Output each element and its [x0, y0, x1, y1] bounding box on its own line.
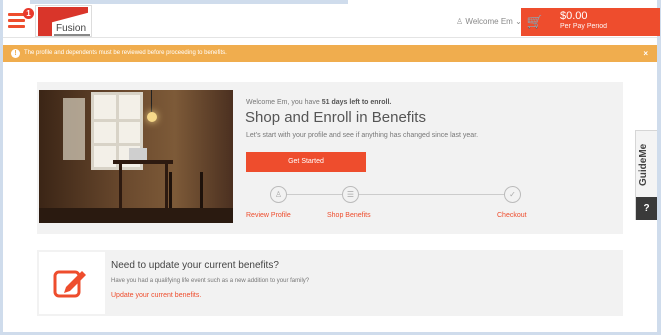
enroll-card: Welcome Em, you have 51 days left to enr…: [37, 82, 623, 234]
logo-underline: [54, 34, 90, 36]
help-icon: ?: [636, 197, 657, 220]
alert-banner: ! The profile and dependents must be rev…: [3, 45, 657, 62]
steps-progress-line: [278, 194, 510, 195]
step-review-profile[interactable]: Review Profile: [246, 212, 291, 219]
welcome-prefix: Welcome Em, you have: [246, 99, 322, 106]
cart-total[interactable]: $0.00 Per Pay Period: [549, 8, 660, 36]
notification-badge: 1: [23, 8, 34, 19]
hero-image: [39, 90, 233, 223]
page-title: Shop and Enroll in Benefits: [245, 109, 426, 126]
logo-text: Fusion: [56, 23, 87, 34]
get-started-button[interactable]: Get Started: [246, 152, 366, 172]
cart-period: Per Pay Period: [560, 23, 608, 30]
logo-shape: [38, 7, 52, 36]
header: 1 Fusion ♙ Welcome Em ⌄ 🛒 $0.00 Per Pay …: [3, 4, 660, 38]
step-checkout[interactable]: Checkout: [497, 212, 527, 219]
close-icon[interactable]: ×: [643, 45, 648, 62]
days-left: 51 days left to enroll.: [321, 99, 392, 106]
enroll-welcome: Welcome Em, you have 51 days left to enr…: [246, 99, 391, 106]
step-shop-benefits[interactable]: Shop Benefits: [327, 212, 371, 219]
cart-button[interactable]: 🛒: [521, 8, 549, 36]
page-subtitle: Let's start with your profile and see if…: [246, 132, 479, 139]
update-icon-box: [39, 252, 105, 314]
guideme-tab[interactable]: GuideMe ?: [635, 130, 657, 220]
update-title: Need to update your current benefits?: [111, 260, 279, 271]
guideme-label: GuideMe: [638, 143, 649, 187]
company-logo[interactable]: Fusion: [35, 5, 92, 37]
cart-amount: $0.00: [560, 10, 588, 22]
cart-icon: ☰: [342, 186, 359, 203]
edit-icon: [53, 270, 86, 298]
user-menu[interactable]: ♙ Welcome Em ⌄: [456, 17, 522, 26]
check-icon: ✓: [504, 186, 521, 203]
user-icon: ♙: [270, 186, 287, 203]
update-card: Need to update your current benefits? Ha…: [37, 250, 623, 316]
cart-icon: 🛒: [526, 14, 544, 29]
user-icon: ♙: [456, 17, 464, 26]
welcome-text: Welcome Em: [465, 17, 513, 26]
alert-message: The profile and dependents must be revie…: [24, 50, 227, 56]
info-icon: !: [11, 49, 20, 58]
update-benefits-link[interactable]: Update your current benefits.: [111, 292, 201, 299]
update-subtitle: Have you had a qualifying life event suc…: [111, 278, 310, 284]
